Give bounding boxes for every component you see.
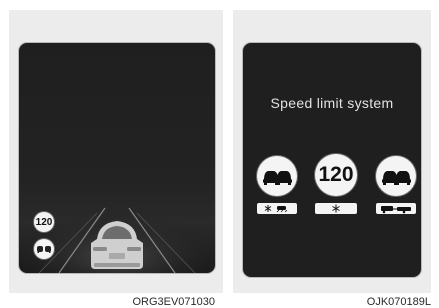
speed-limit-sign-small: 120 (34, 212, 54, 232)
no-overtaking-sign-2-icon (376, 156, 416, 196)
cluster-display-driving: 120 (18, 42, 216, 274)
no-overtaking-icon (263, 171, 292, 185)
no-overtaking-icon (37, 246, 51, 253)
speed-limit-sign-large: 120 (315, 154, 357, 196)
right-figure-panel: Speed limit system 120 (233, 10, 431, 293)
car-with-trailer-icon (381, 206, 411, 214)
wet-road-icon (276, 206, 288, 213)
speed-limit-value: 120 (35, 216, 53, 228)
speed-limit-system-title: Speed limit system (270, 95, 394, 111)
snowflake-icon (332, 204, 340, 213)
weather-conditions-icon (264, 205, 288, 213)
speed-limit-system-screen: Speed limit system 120 (242, 42, 422, 278)
figure-code-left: ORG3EV071030 (132, 296, 215, 308)
left-figure-panel: 120 (9, 10, 223, 293)
no-overtaking-sign-small-icon (34, 239, 54, 259)
speed-limit-value-large: 120 (318, 163, 354, 186)
snowflake-icon (264, 205, 272, 212)
condition-plate-snow (315, 203, 357, 214)
condition-plate-trailer (376, 203, 416, 214)
condition-plate-weather (257, 203, 297, 214)
figure-code-right: OJK070189L (366, 296, 431, 308)
no-overtaking-icon (382, 171, 411, 185)
no-overtaking-sign-1-icon (257, 156, 297, 196)
